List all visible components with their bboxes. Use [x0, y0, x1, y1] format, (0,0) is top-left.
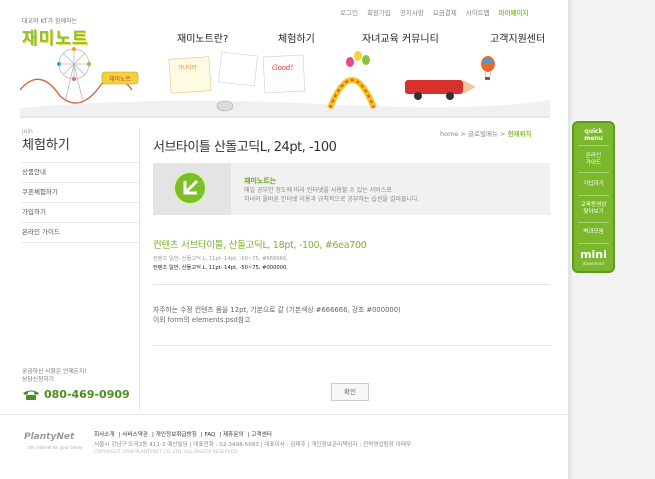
breadcrumb-sep: >: [460, 130, 466, 138]
content-divider: [153, 345, 550, 346]
banner-divider: [20, 116, 550, 118]
notebook-card-2: [218, 51, 258, 87]
body-text: 자주하는 수정 컨텐츠 몸을 12pt, 기본으로 갈 (기본색상 #66666…: [153, 305, 401, 325]
body-line1: 자주하는 수정 컨텐츠 몸을 12pt, 기본으로 갈 (기본색상 #66666…: [153, 306, 401, 314]
spec-line-black: 컨텐츠 일반, 산돌고딕 L, 11pt- 14pt, -50~75, #000…: [153, 265, 288, 271]
section-title: 체험하기: [22, 138, 70, 153]
quick-item-video[interactable]: 교육동영상 찾아보기: [575, 202, 612, 216]
breadcrumb-home[interactable]: home: [440, 130, 458, 138]
breadcrumb-current: 현재위치: [507, 130, 532, 138]
quick-divider: [578, 195, 609, 196]
quick-head-2: menu: [584, 135, 603, 142]
cs-line2: 상담신청하기: [22, 377, 54, 383]
spec-line-grey: 컨텐츠 일반, 산돌고딕 L, 11pt- 14pt, -50~75, #666…: [153, 256, 288, 262]
footer-divider: [0, 414, 568, 415]
gnb-experience[interactable]: 체험하기: [278, 30, 315, 45]
quick-item-guide-line1: 온라인: [585, 153, 602, 159]
quick-item-video-line1: 교육동영상: [580, 202, 607, 208]
customer-service-phone: 080-469-0909: [22, 388, 130, 401]
customer-service-text: 궁금하신 사항은 언제든지! 상담신청하기: [22, 368, 87, 384]
quick-item-wallpaper[interactable]: 벽과모음: [575, 229, 612, 236]
header-banner-illustration: 재미노트 가나다라 Good!: [20, 46, 550, 118]
content-divider: [153, 284, 550, 285]
phone-number: 080-469-0909: [44, 388, 130, 401]
sign-board-text: 재미노트: [109, 75, 132, 83]
info-title: 재미노트는: [244, 177, 277, 185]
footer-menu: 회사소개 | 서비스약관 | 개인정보취급방침 | FAQ | 제휴문의 | 고객센터: [94, 432, 272, 438]
footer-menu-terms[interactable]: 서비스약관: [122, 432, 148, 438]
info-line1: 매일 공부한 정도에 따라 인터넷을 사용할 수 있는 서비스로: [244, 187, 392, 194]
quick-item-guide[interactable]: 온라인 가이드: [575, 153, 612, 167]
footer-menu-privacy[interactable]: 개인정보취급방침: [156, 432, 197, 438]
quick-divider: [578, 222, 609, 223]
top-utility-menu: 로그인 회원가입 공지사항 요금결제 사이트맵 마이페이지: [340, 7, 538, 17]
confirm-button[interactable]: 확인: [331, 383, 369, 401]
side-menu-join[interactable]: 가입하기: [22, 202, 138, 222]
quick-item-guide-line2: 가이드: [585, 160, 602, 166]
mini-download-logo[interactable]: mini: [575, 248, 612, 261]
page-title: 서브타이틀 산돌고딕L, 24pt, -100: [153, 140, 337, 155]
side-menu-product[interactable]: 상품안내: [22, 162, 138, 182]
top-menu-join[interactable]: 회원가입: [367, 7, 391, 17]
notebook-card-1-text: 가나다라: [178, 64, 197, 71]
info-line2: 자녀의 올바른 인터넷 이용과 규칙적으로 공부하는 습관을 길러줍니다.: [244, 196, 420, 203]
sidebar-divider: [139, 128, 140, 410]
footer-menu-partnership[interactable]: 제휴문의: [223, 432, 244, 438]
breadcrumb-level1[interactable]: 글로벌메뉴: [468, 130, 498, 138]
breadcrumb-sep: >: [500, 130, 506, 138]
top-menu-sitemap[interactable]: 사이트맵: [466, 7, 490, 17]
quick-divider: [578, 145, 609, 146]
breadcrumb: home > 글로벌메뉴 > 현재위치: [440, 128, 531, 138]
quick-divider: [578, 172, 609, 173]
footer-copyright: COPYRIGHT 2006 PLANTYNET CO.,LTD. ALL RI…: [94, 450, 238, 455]
top-menu-notice[interactable]: 공지사항: [400, 7, 424, 17]
quick-item-join[interactable]: 가입하기: [575, 181, 612, 188]
footer-logo: PlantyNet: [24, 432, 75, 442]
footer-address: 서울시 강남구 도곡2동 411-3 예산빌딩 | 대표전화 : 02-3498…: [94, 442, 412, 448]
footer-menu-support[interactable]: 고객센터: [251, 432, 272, 438]
contents-subtitle: 컨텐츠 서브타이틀, 산돌고딕L, 18pt, -100, #6ea700: [153, 240, 367, 251]
footer-logo-sub: the internet for your family: [28, 445, 83, 450]
side-menu: 상품안내 쿠폰체험하기 가입하기 온라인 가이드: [22, 162, 138, 243]
notebook-card-3: [262, 54, 306, 94]
quick-menu-header: quick menu: [577, 128, 610, 142]
side-menu-coupon[interactable]: 쿠폰체험하기: [22, 182, 138, 202]
info-description: 매일 공부한 정도에 따라 인터넷을 사용할 수 있는 서비스로 자녀의 올바른…: [244, 186, 419, 204]
cs-line1: 궁금하신 사항은 언제든지!: [22, 369, 87, 375]
arrow-down-circle-icon: [173, 171, 207, 205]
quick-divider: [578, 243, 609, 244]
top-menu-mypage[interactable]: 마이페이지: [499, 7, 529, 17]
pencil-car: [405, 80, 463, 94]
notebook-card-1: [168, 56, 212, 94]
quick-item-video-line2: 찾아보기: [583, 209, 604, 215]
side-menu-guide[interactable]: 온라인 가이드: [22, 222, 138, 243]
notebook-card-3-text: Good!: [272, 64, 294, 72]
gnb-support[interactable]: 고객지원센터: [490, 30, 545, 45]
body-line2: 이외 form의 elements.psd참고: [153, 316, 251, 324]
gnb-community[interactable]: 자녀교육 커뮤니티: [362, 30, 439, 45]
mini-download-label: download: [582, 262, 605, 267]
gnb-about[interactable]: 재미노트란?: [177, 30, 228, 45]
footer-menu-company[interactable]: 회사소개: [94, 432, 115, 438]
phone-icon: [23, 390, 39, 400]
top-menu-login[interactable]: 로그인: [340, 7, 358, 17]
footer-menu-faq[interactable]: FAQ: [205, 432, 216, 438]
top-menu-payment[interactable]: 요금결제: [433, 7, 457, 17]
mouse-shape: [216, 100, 234, 112]
quick-head-1: quick: [584, 128, 603, 135]
